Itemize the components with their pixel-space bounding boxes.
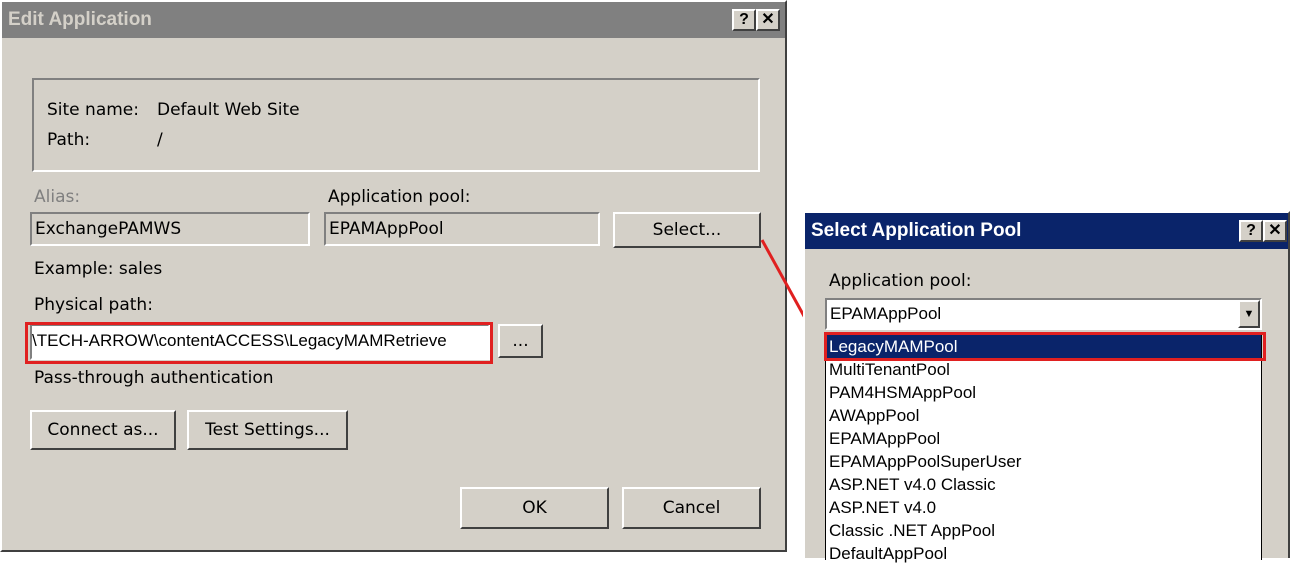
list-item[interactable]: DefaultAppPool (826, 542, 1261, 565)
app-pool-combobox[interactable]: EPAMAppPool ▼ (825, 298, 1262, 330)
list-item[interactable]: AWAppPool (826, 404, 1261, 427)
select-dialog-titlebar[interactable]: Select Application Pool (805, 213, 1288, 249)
list-item[interactable]: MultiTenantPool (826, 358, 1261, 381)
select-dialog-title: Select Application Pool (811, 220, 1022, 241)
select-app-pool-dialog: Select Application Pool ? ✕ Application … (803, 211, 1290, 563)
help-icon[interactable]: ? (1239, 220, 1263, 242)
combo-value: EPAMAppPool (830, 304, 942, 323)
close-icon[interactable]: ✕ (1263, 220, 1287, 242)
list-item[interactable]: Classic .NET AppPool (826, 519, 1261, 542)
list-item[interactable]: LegacyMAMPool (826, 335, 1261, 358)
list-item[interactable]: ASP.NET v4.0 (826, 496, 1261, 519)
chevron-down-icon[interactable]: ▼ (1238, 300, 1260, 328)
option-list: LegacyMAMPool MultiTenantPool PAM4HSMAppPo… (826, 335, 1261, 565)
list-item[interactable]: EPAMAppPool (826, 427, 1261, 450)
list-item[interactable]: EPAMAppPoolSuperUser (826, 450, 1261, 473)
list-item[interactable]: ASP.NET v4.0 Classic (826, 473, 1261, 496)
list-item[interactable]: PAM4HSMAppPool (826, 381, 1261, 404)
app-pool-dropdown-list: LegacyMAMPool MultiTenantPool PAM4HSMAppPo… (825, 335, 1262, 563)
select-app-pool-label: Application pool: (829, 271, 972, 291)
